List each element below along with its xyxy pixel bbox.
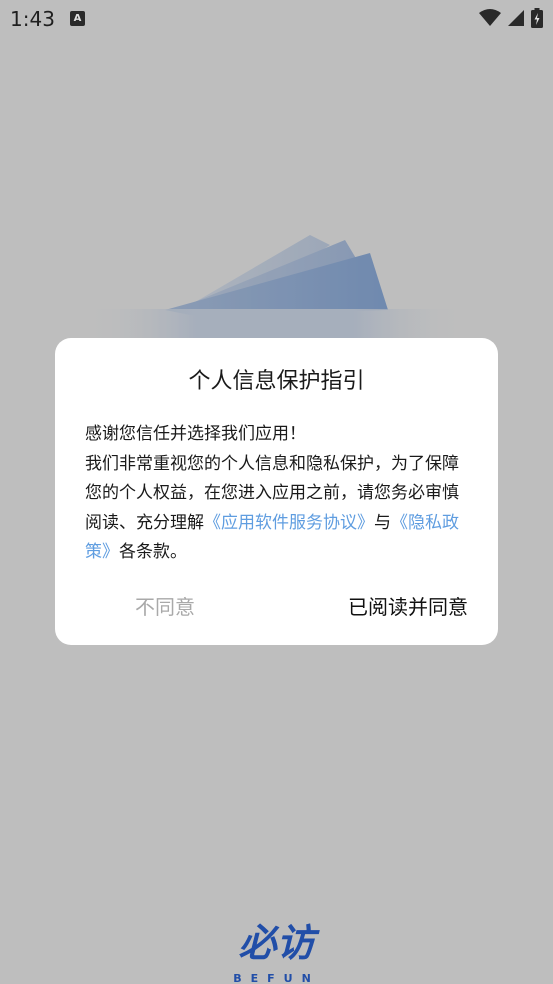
dialog-body-greeting: 感谢您信任并选择我们应用！ bbox=[85, 424, 306, 444]
privacy-dialog: 个人信息保护指引 感谢您信任并选择我们应用！ 我们非常重视您的个人信息和隐私保护… bbox=[55, 338, 498, 645]
battery-charging-icon bbox=[531, 8, 543, 28]
wifi-icon bbox=[479, 9, 501, 26]
disagree-button[interactable]: 不同意 bbox=[115, 591, 215, 620]
service-agreement-link[interactable]: 《应用软件服务协议》 bbox=[204, 513, 374, 533]
dialog-title: 个人信息保护指引 bbox=[188, 369, 365, 394]
dialog-body: 感谢您信任并选择我们应用！ 我们非常重视您的个人信息和隐私保护，为了保障您的个人… bbox=[85, 420, 473, 568]
dialog-body-paragraph: 我们非常重视您的个人信息和隐私保护，为了保障您的个人权益，在您进入应用之前，请您… bbox=[85, 450, 473, 568]
cellular-signal-icon bbox=[508, 10, 524, 26]
dialog-body-suffix: 各条款。 bbox=[119, 542, 187, 562]
agree-button[interactable]: 已阅读并同意 bbox=[348, 591, 468, 620]
status-icons bbox=[479, 8, 543, 28]
dialog-actions: 不同意 已阅读并同意 bbox=[55, 591, 498, 631]
notification-badge-icon: A bbox=[70, 11, 85, 26]
dialog-body-conjunction: 与 bbox=[374, 512, 391, 533]
app-screen: 必访 BEFUN 1:43 A 个人信息保护指引 感谢您信任并选择我们应用！ 我… bbox=[0, 0, 553, 984]
status-bar: 1:43 A bbox=[0, 0, 553, 40]
status-time: 1:43 bbox=[10, 7, 55, 31]
